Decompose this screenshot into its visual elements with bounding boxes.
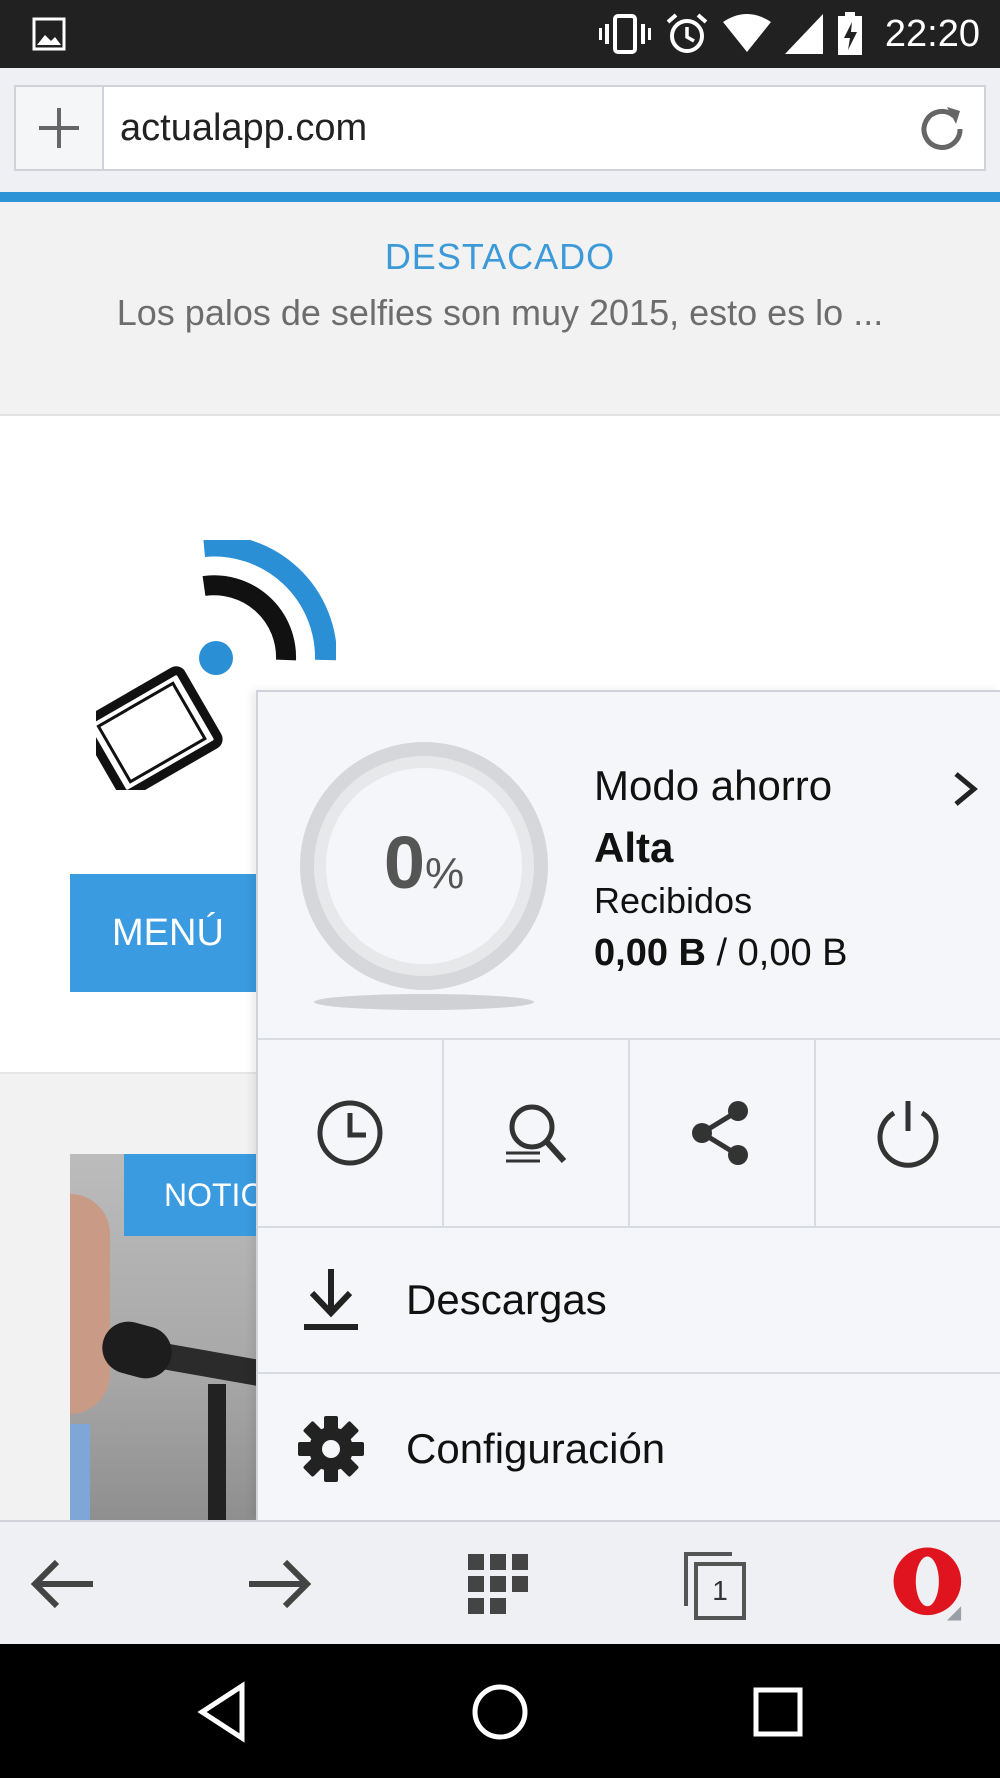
savings-percent-sign: % — [425, 849, 465, 898]
quick-actions-row — [258, 1040, 1000, 1228]
address-bar[interactable]: actualapp.com — [14, 85, 986, 171]
vibrate-icon — [598, 14, 651, 54]
reload-icon[interactable] — [914, 101, 970, 157]
alarm-icon — [666, 13, 708, 53]
url-text[interactable]: actualapp.com — [120, 107, 367, 150]
menu-item-downloads[interactable]: Descargas — [258, 1228, 1000, 1374]
settings-gear-icon — [298, 1416, 364, 1482]
status-bar: 22:20 — [0, 0, 1000, 68]
nav-home-icon[interactable] — [468, 1680, 532, 1744]
address-bar-area: actualapp.com — [0, 68, 1000, 192]
site-menu-button[interactable]: MENÚ — [70, 874, 270, 992]
wifi-icon — [722, 14, 771, 52]
history-icon — [317, 1100, 383, 1166]
share-icon — [692, 1101, 748, 1165]
tabs-button[interactable]: 1 — [676, 1544, 756, 1624]
status-icons: 22:20 — [598, 8, 980, 60]
share-button[interactable] — [630, 1040, 816, 1226]
featured-banner[interactable]: DESTACADO Los palos de selfies son muy 2… — [0, 202, 1000, 416]
opera-menu-button[interactable] — [890, 1544, 970, 1624]
find-in-page-button[interactable] — [444, 1040, 630, 1226]
history-button[interactable] — [258, 1040, 444, 1226]
battery-charging-icon — [837, 12, 862, 55]
image-notification-icon — [32, 17, 66, 51]
tabs-count: 1 — [712, 1575, 728, 1606]
power-icon — [877, 1101, 939, 1168]
back-arrow-icon — [30, 1559, 93, 1609]
opera-menu-panel: 0% Modo ahorro Alta Recibidos 0,00 B / 0… — [256, 690, 1000, 1520]
savings-mode-level: Alta — [594, 824, 674, 871]
forward-arrow-icon — [249, 1559, 312, 1609]
received-amount: 0,00 B — [594, 932, 706, 974]
received-amounts: 0,00 B / 0,00 B — [594, 932, 848, 975]
browser-toolbar: 1 — [0, 1520, 1000, 1644]
exit-button[interactable] — [816, 1040, 1000, 1226]
savings-percent: 0% — [288, 820, 560, 905]
opera-logo-icon — [893, 1547, 962, 1621]
menu-item-label: Configuración — [406, 1425, 666, 1472]
forward-button[interactable] — [240, 1544, 320, 1624]
download-icon — [304, 1269, 358, 1330]
savings-mode-section[interactable]: 0% Modo ahorro Alta Recibidos 0,00 B / 0… — [258, 692, 1000, 1040]
cell-signal-icon — [784, 14, 823, 54]
speed-dial-button[interactable] — [458, 1544, 538, 1624]
news-category-tag[interactable]: NOTICIAS — [124, 1154, 270, 1236]
received-label: Recibidos — [594, 880, 753, 921]
amount-separator: / — [705, 932, 738, 974]
new-tab-button[interactable] — [16, 87, 104, 169]
menu-item-label: Descargas — [406, 1276, 607, 1323]
total-amount: 0,00 B — [737, 932, 848, 974]
nav-back-icon[interactable] — [192, 1680, 256, 1744]
featured-tag: DESTACADO — [384, 236, 616, 277]
savings-mode-title: Modo ahorro — [594, 762, 833, 809]
nav-recents-icon[interactable] — [746, 1680, 810, 1744]
savings-percent-value: 0 — [383, 821, 426, 904]
menu-item-settings[interactable]: Configuración — [258, 1376, 1000, 1522]
android-navigation-bar — [0, 1644, 1000, 1778]
find-in-page-icon — [506, 1104, 567, 1164]
featured-headline[interactable]: Los palos de selfies son muy 2015, esto … — [0, 292, 1000, 334]
back-button[interactable] — [22, 1544, 102, 1624]
chevron-right-icon[interactable] — [948, 768, 982, 810]
clock-time: 22:20 — [884, 12, 980, 55]
plus-icon — [39, 108, 79, 148]
speed-dial-icon — [468, 1554, 528, 1614]
page-load-progress-bar — [0, 192, 1000, 202]
